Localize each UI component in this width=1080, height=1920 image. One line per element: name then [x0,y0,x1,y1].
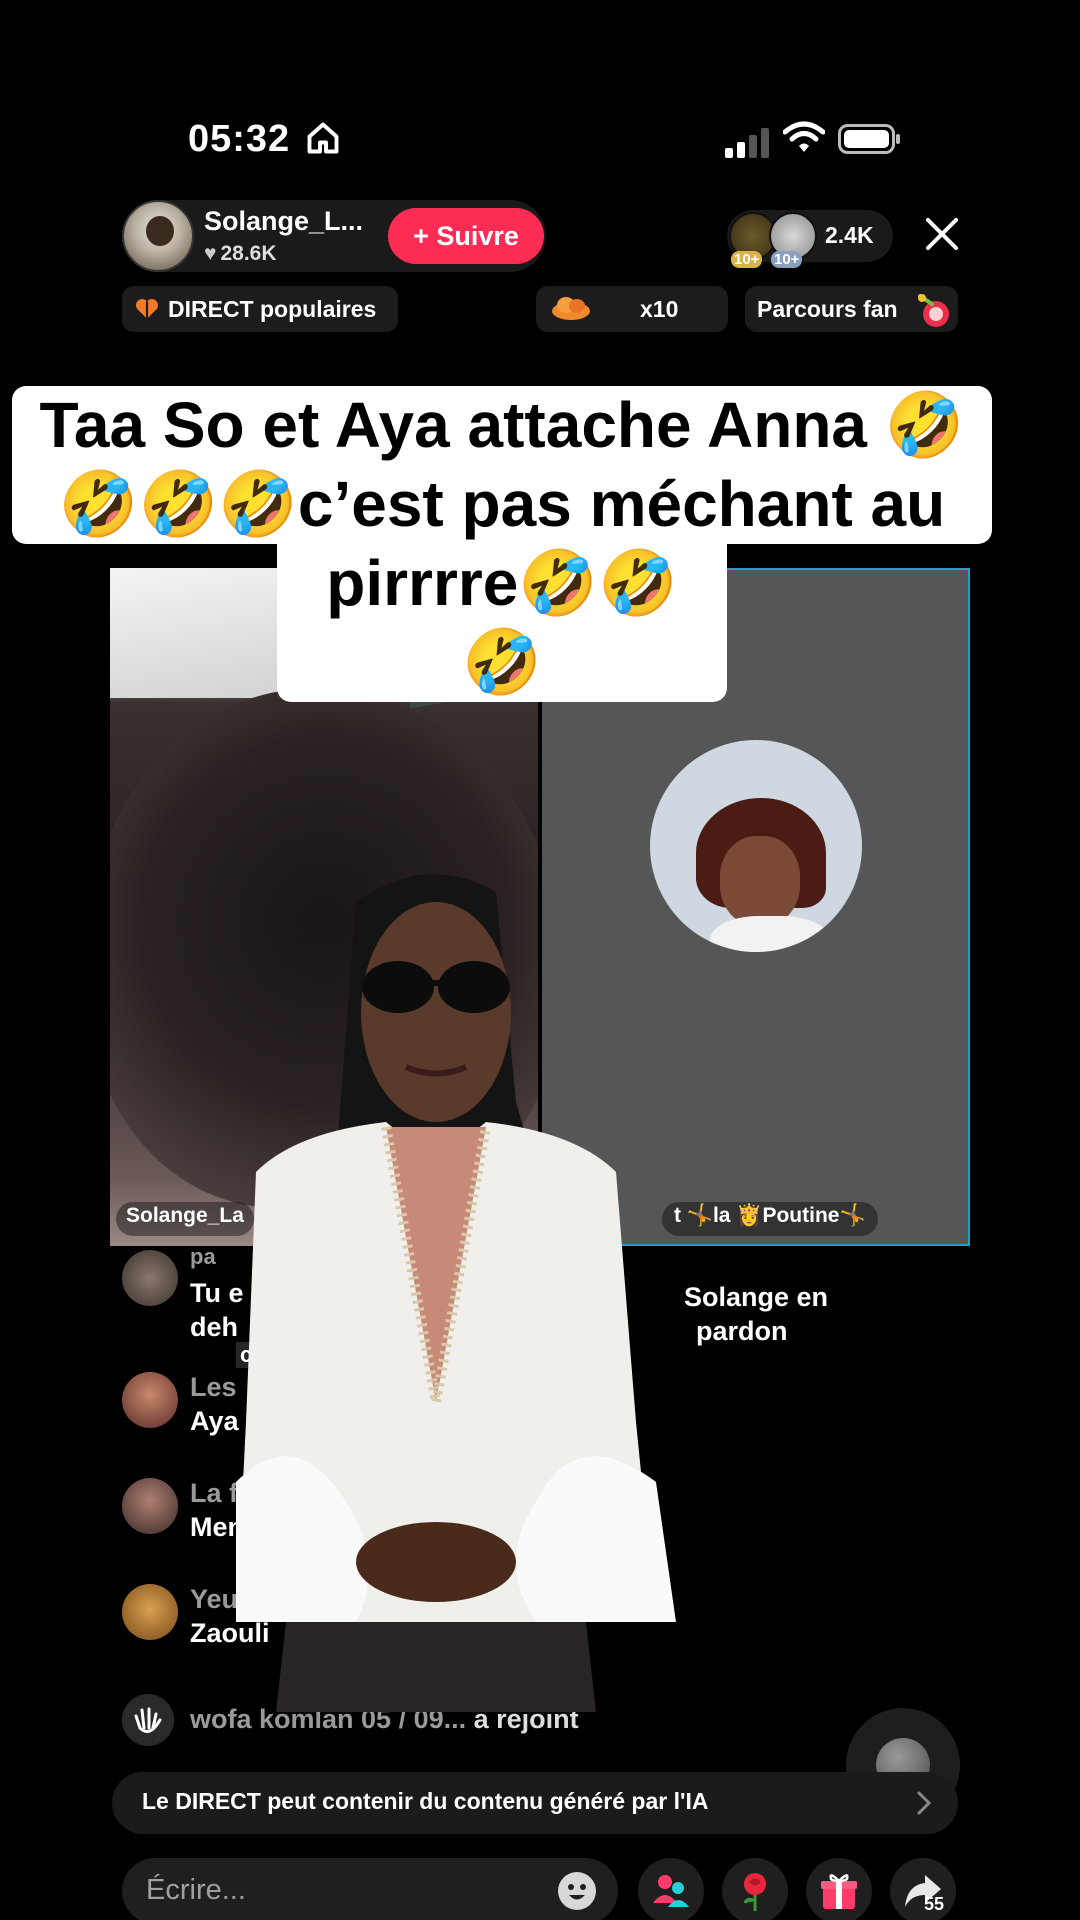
like-heart-icon: ♥ [204,242,217,265]
multiplier-chip[interactable]: x10 [536,286,728,332]
comment-placeholder: Écrire... [146,1874,246,1906]
home-icon [307,122,339,154]
chat-username[interactable]: Les [190,1372,237,1403]
caption-line: pirrrre🤣🤣🤣 [277,544,727,702]
status-bar: 05:32 [0,110,1080,170]
popular-lives-chip[interactable]: DIRECT populaires [122,286,398,332]
host-likes-count: 28.6K [220,242,277,265]
multiplier-label: x10 [640,295,679,322]
close-icon[interactable] [922,214,962,254]
chevron-right-icon [917,1791,932,1815]
chat-text: Aya [190,1406,239,1436]
fan-journey-label: Parcours fan [757,295,898,322]
wifi-icon [783,121,825,152]
wave-icon [122,1694,174,1746]
rose-gift-button[interactable] [722,1858,788,1920]
host-likes: ♥ 28.6K [204,242,277,266]
viewer-count[interactable]: 2.4K [825,222,874,249]
chat-avatar[interactable] [122,1584,178,1640]
gift-button[interactable] [806,1858,872,1920]
comment-input[interactable]: Écrire... [122,1858,618,1920]
ai-notice-text: Le DIRECT peut contenir du contenu génér… [142,1788,709,1814]
status-time: 05:32 [188,118,291,160]
follow-button[interactable]: + Suivre [388,208,544,264]
host-name[interactable]: Solange_L... [204,206,363,237]
caption-overlay: Taa So et Aya attache Anna 🤣 🤣🤣🤣c’est pa… [12,386,992,702]
caption-line: 🤣🤣🤣c’est pas méchant au [12,465,992,544]
viewer-badge: 10+ [771,251,803,268]
chat-avatar[interactable] [122,1372,178,1428]
chat-text: deh [190,1312,239,1342]
popular-lives-label: DIRECT populaires [168,295,377,322]
share-count: 55 [924,1894,945,1914]
person-cutout-overlay [236,874,676,1712]
gift-icon [821,1874,857,1909]
chat-username[interactable]: pa [190,1244,216,1270]
ai-content-notice[interactable]: Le DIRECT peut contenir du contenu génér… [112,1772,958,1834]
host-avatar[interactable] [122,200,194,272]
signal-icon [725,128,769,158]
rose-icon [743,1873,766,1911]
fan-badge-icon [918,294,949,327]
battery-icon [838,124,900,154]
host-pill[interactable]: Solange_L... ♥ 28.6K + Suivre [122,200,546,272]
caption-line: Taa So et Aya attache Anna 🤣 [12,386,992,465]
chat-avatar[interactable] [122,1478,178,1534]
heart-icon [135,299,159,319]
cloud-icon [552,297,590,320]
viewers-pill[interactable]: 10+ 10+ 2.4K [727,210,893,268]
multi-guest-button[interactable] [638,1858,704,1920]
fan-journey-chip[interactable]: Parcours fan [745,286,958,332]
chat-avatar[interactable] [122,1250,178,1306]
viewer-badge: 10+ [731,251,763,268]
emoji-icon[interactable] [556,1870,598,1912]
share-button[interactable] [890,1858,956,1920]
multi-guest-icon [653,1875,689,1907]
host-video-label[interactable]: Solange_La [116,1202,254,1236]
